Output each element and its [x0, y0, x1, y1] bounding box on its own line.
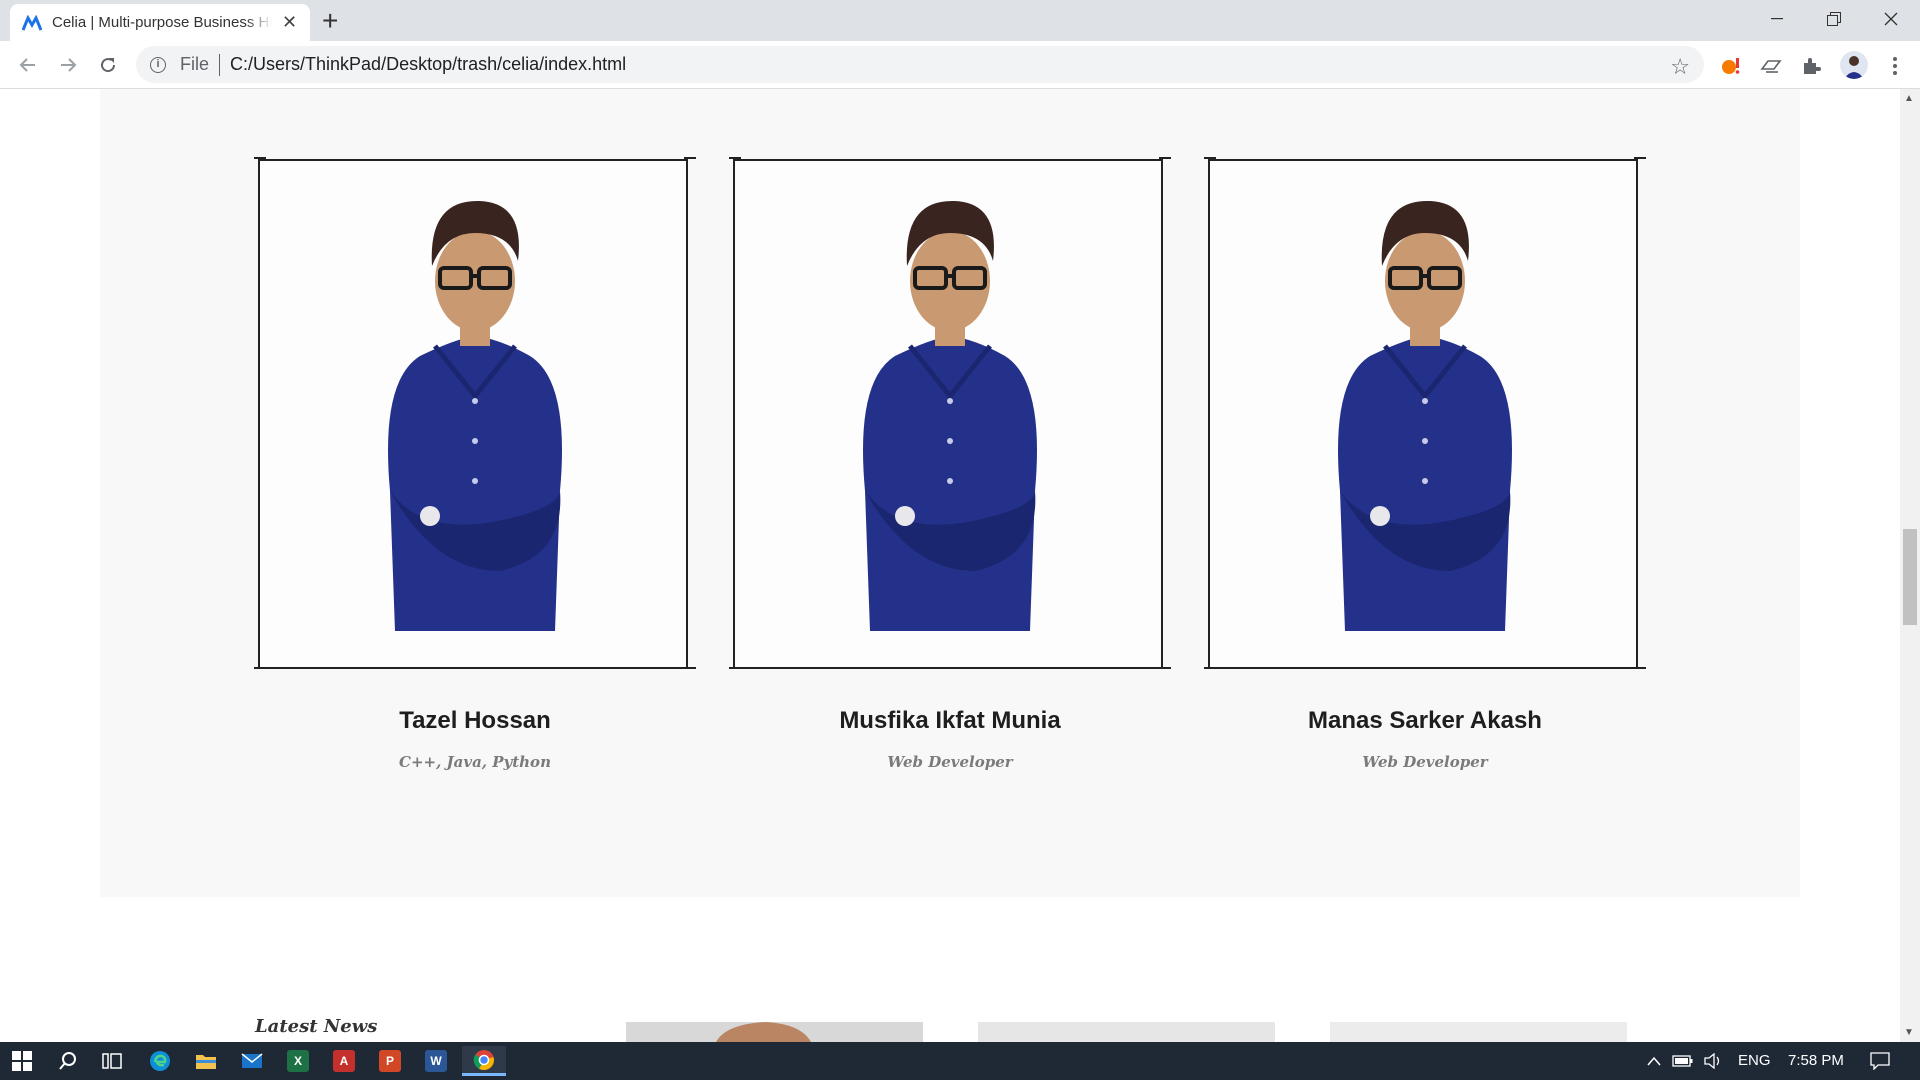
team-member-name: Tazel Hossan — [399, 707, 551, 734]
scroll-up-arrow-icon[interactable]: ▲ — [1904, 93, 1914, 104]
edge-icon[interactable] — [140, 1046, 180, 1076]
team-member-photo — [735, 161, 1161, 667]
team-card: Musfika Ikfat Munia Web Developer — [729, 157, 1171, 771]
menu-icon[interactable] — [1882, 53, 1908, 79]
address-bar[interactable]: i File C:/Users/ThinkPad/Desktop/trash/c… — [136, 46, 1704, 83]
task-view-icon[interactable] — [92, 1046, 132, 1076]
file-explorer-icon[interactable] — [186, 1046, 226, 1076]
team-member-name: Manas Sarker Akash — [1308, 707, 1542, 734]
notification-icon[interactable] — [1860, 1046, 1900, 1076]
team-member-photo — [1210, 161, 1636, 667]
back-arrow-icon[interactable] — [12, 49, 44, 81]
word-icon[interactable]: W — [416, 1046, 456, 1076]
browser-toolbar: i File C:/Users/ThinkPad/Desktop/trash/c… — [0, 41, 1920, 89]
new-tab-button[interactable]: + — [322, 6, 338, 36]
close-window-button[interactable] — [1868, 0, 1914, 38]
battery-icon[interactable] — [1666, 1046, 1700, 1076]
browser-tab-strip: Celia | Multi-purpose Business Hub ✕ + — [0, 0, 1920, 41]
team-member-photo — [260, 161, 686, 667]
excel-icon[interactable]: X — [278, 1046, 318, 1076]
close-tab-icon[interactable]: ✕ — [282, 12, 297, 33]
extension-icon[interactable] — [1758, 53, 1784, 79]
address-divider — [219, 53, 221, 76]
team-photo-frame — [258, 159, 688, 669]
site-favicon-icon — [22, 14, 42, 31]
scroll-down-arrow-icon[interactable]: ▼ — [1904, 1027, 1914, 1038]
language-indicator[interactable]: ENG — [1738, 1052, 1771, 1069]
team-card: Manas Sarker Akash Web Developer — [1204, 157, 1646, 771]
page-viewport: Tazel Hossan C++, Java, Python Musfika I… — [0, 89, 1900, 1042]
latest-news-heading: Latest News — [255, 1016, 378, 1037]
forward-arrow-icon[interactable] — [52, 49, 84, 81]
extension-icon[interactable] — [1718, 53, 1744, 79]
frame-corner-tick — [1159, 667, 1171, 669]
info-icon[interactable]: i — [150, 56, 166, 73]
windows-taskbar: X A P W ENG 7:58 PM — [0, 1042, 1920, 1080]
frame-corner-tick — [729, 667, 741, 669]
frame-corner-tick — [1204, 157, 1216, 159]
team-member-name: Musfika Ikfat Munia — [839, 707, 1061, 734]
frame-corner-tick — [254, 667, 266, 669]
news-thumbnail[interactable] — [1330, 1022, 1627, 1042]
file-scheme-label: File — [180, 54, 210, 74]
extension-icon[interactable] — [1798, 53, 1824, 79]
mail-icon[interactable] — [232, 1046, 272, 1076]
frame-corner-tick — [1204, 667, 1216, 669]
url-text[interactable]: C:/Users/ThinkPad/Desktop/trash/celia/in… — [230, 54, 626, 75]
search-icon[interactable] — [48, 1046, 88, 1076]
team-photo-frame — [1208, 159, 1638, 669]
frame-corner-tick — [1159, 157, 1171, 159]
powerpoint-icon[interactable]: P — [370, 1046, 410, 1076]
acrobat-icon[interactable]: A — [324, 1046, 364, 1076]
avatar[interactable] — [1840, 51, 1868, 79]
frame-corner-tick — [684, 667, 696, 669]
chrome-icon[interactable] — [462, 1046, 506, 1076]
team-section: Tazel Hossan C++, Java, Python Musfika I… — [100, 89, 1800, 897]
news-thumbnail[interactable] — [978, 1022, 1275, 1042]
reload-icon[interactable] — [92, 49, 124, 81]
frame-corner-tick — [729, 157, 741, 159]
clock[interactable]: 7:58 PM — [1788, 1052, 1844, 1069]
team-photo-frame — [733, 159, 1163, 669]
team-member-role: Web Developer — [887, 753, 1013, 771]
tab-title: Celia | Multi-purpose Business Hub — [52, 14, 272, 31]
page-scrollbar[interactable]: ▲ ▼ — [1900, 89, 1920, 1042]
frame-corner-tick — [1634, 157, 1646, 159]
scrollbar-thumb[interactable] — [1903, 529, 1917, 625]
frame-corner-tick — [254, 157, 266, 159]
volume-icon[interactable] — [1696, 1046, 1730, 1076]
frame-corner-tick — [1634, 667, 1646, 669]
team-card: Tazel Hossan C++, Java, Python — [254, 157, 696, 771]
news-thumbnail[interactable] — [626, 1022, 923, 1042]
star-icon[interactable]: ☆ — [1670, 54, 1690, 80]
team-member-role: Web Developer — [1362, 753, 1488, 771]
browser-tab[interactable]: Celia | Multi-purpose Business Hub ✕ — [10, 4, 310, 41]
windows-start-icon[interactable] — [2, 1046, 42, 1076]
restore-button[interactable] — [1811, 0, 1857, 38]
minimize-button[interactable] — [1754, 0, 1800, 38]
team-member-role: C++, Java, Python — [399, 753, 551, 771]
frame-corner-tick — [684, 157, 696, 159]
